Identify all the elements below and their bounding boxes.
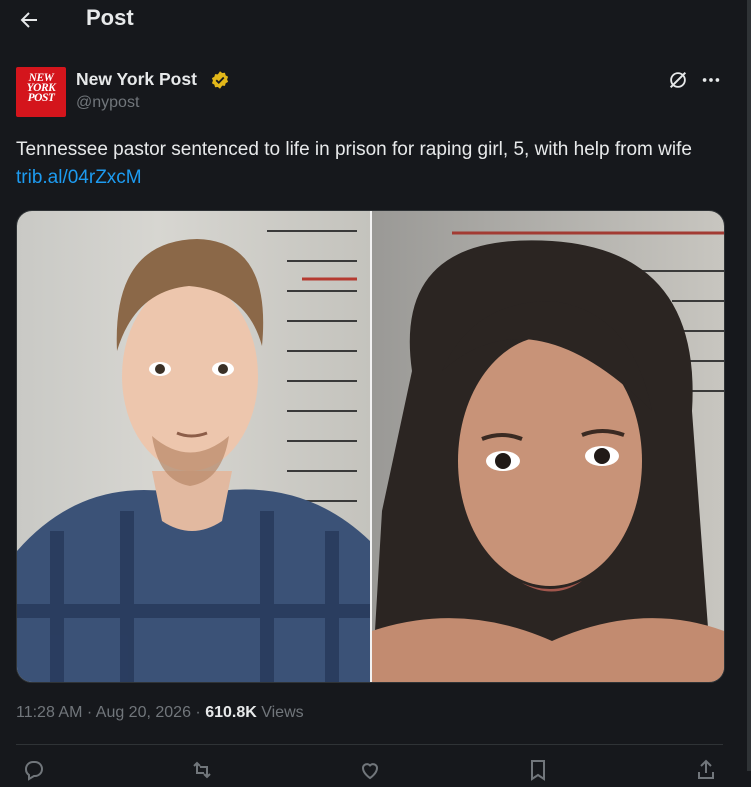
verified-gold-badge-icon[interactable] — [210, 70, 230, 90]
nypost-logo: NEW YORK POST — [26, 72, 56, 104]
avatar[interactable]: NEW YORK POST — [16, 67, 66, 117]
repost-icon[interactable] — [190, 758, 214, 782]
back-arrow-icon[interactable] — [17, 8, 41, 32]
mugshot-photo-left[interactable] — [17, 211, 370, 682]
media-grid[interactable] — [16, 210, 725, 683]
more-icon[interactable] — [700, 69, 722, 91]
mugshot-photo-right[interactable] — [372, 211, 724, 682]
views-count: 610.8K — [205, 704, 257, 721]
post-body: Tennessee pastor sentenced to life in pr… — [16, 139, 692, 160]
bookmark-icon[interactable] — [526, 758, 550, 782]
post-date[interactable]: Aug 20, 2026 — [96, 704, 191, 721]
post-time[interactable]: 11:28 AM — [16, 704, 82, 721]
meta-separator: · — [82, 704, 96, 721]
author-handle[interactable]: @nypost — [76, 94, 139, 112]
post-link[interactable]: trib.al/04rZxcM — [16, 167, 142, 188]
reply-icon[interactable] — [22, 758, 46, 782]
views-label: Views — [256, 704, 304, 721]
meta-separator: · — [190, 704, 206, 721]
divider — [16, 744, 723, 745]
share-icon[interactable] — [694, 758, 718, 782]
right-border — [747, 0, 751, 771]
post-meta: 11:28 AM · Aug 20, 2026 · 610.8K Views — [16, 704, 304, 722]
post-header: Post — [0, 0, 747, 42]
like-icon[interactable] — [358, 758, 382, 782]
grok-icon[interactable] — [667, 69, 689, 91]
page-title: Post — [86, 5, 134, 30]
author-name[interactable]: New York Post — [76, 69, 197, 90]
post-text: Tennessee pastor sentenced to life in pr… — [16, 136, 716, 192]
